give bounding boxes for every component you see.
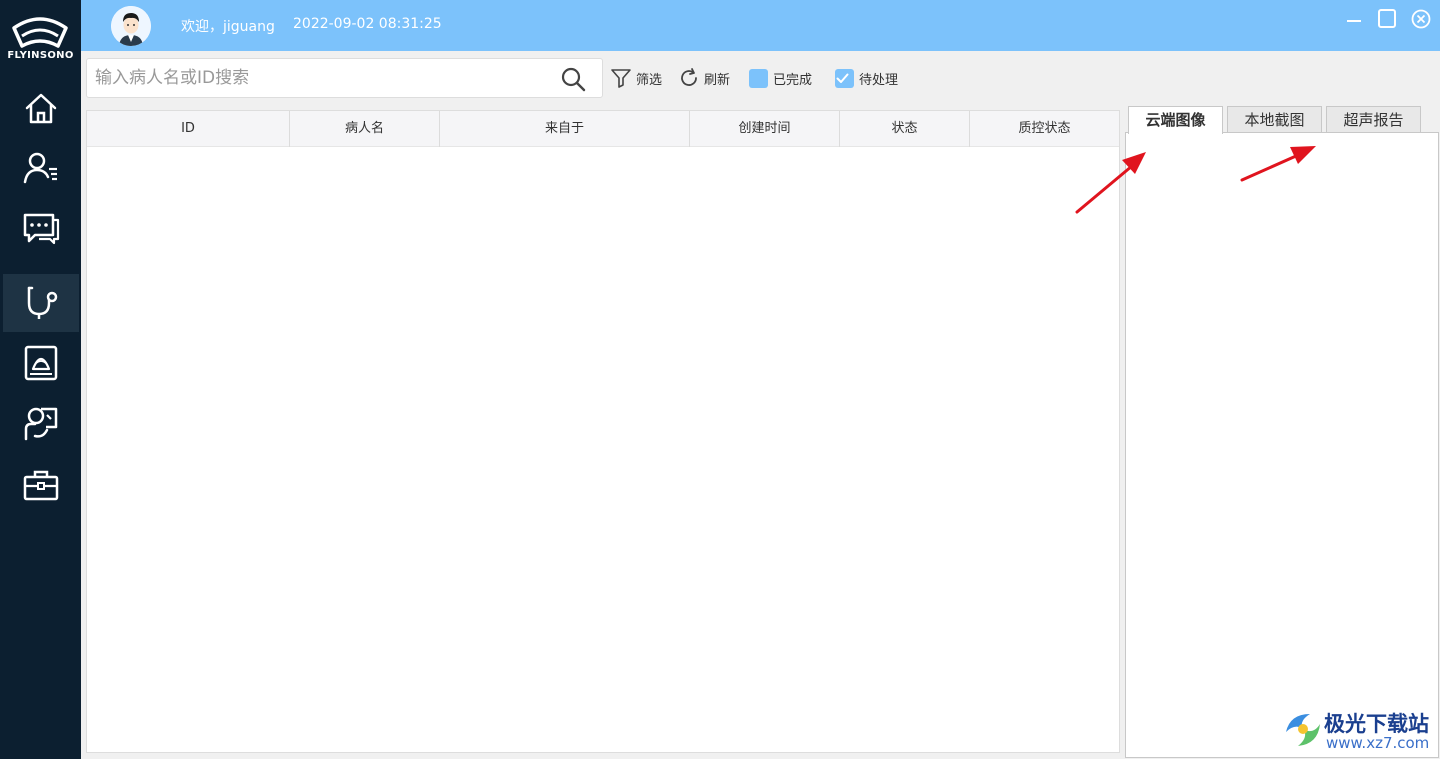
table-header: ID 病人名 来自于 创建时间 状态 质控状态 bbox=[87, 111, 1119, 147]
column-header-created-time[interactable]: 创建时间 bbox=[690, 111, 840, 147]
tab-cloud-images[interactable]: 云端图像 bbox=[1128, 106, 1223, 134]
stethoscope-icon bbox=[27, 286, 58, 319]
avatar[interactable] bbox=[111, 6, 151, 46]
checkmark-icon bbox=[836, 73, 849, 83]
pending-label: 待处理 bbox=[859, 72, 899, 88]
nav-toolbox[interactable] bbox=[3, 456, 79, 514]
column-header-qc-status[interactable]: 质控状态 bbox=[970, 111, 1119, 147]
completed-label: 已完成 bbox=[773, 72, 813, 88]
tab-content-panel bbox=[1125, 132, 1439, 758]
column-header-status[interactable]: 状态 bbox=[840, 111, 970, 147]
filter-icon bbox=[611, 69, 631, 88]
messages-icon bbox=[23, 213, 60, 245]
watermark-logo-icon bbox=[1286, 714, 1320, 746]
toolbox-icon bbox=[23, 470, 59, 501]
completed-checkbox-box[interactable] bbox=[749, 68, 768, 88]
current-datetime: 2022-09-02 08:31:25 bbox=[293, 16, 442, 32]
column-header-source[interactable]: 来自于 bbox=[440, 111, 690, 147]
patient-list-icon bbox=[23, 152, 57, 184]
ultrasound-icon bbox=[24, 345, 58, 381]
nav-messages[interactable] bbox=[3, 198, 79, 256]
search-icon[interactable] bbox=[560, 66, 586, 92]
maximize-icon[interactable] bbox=[1376, 8, 1398, 30]
search-box bbox=[86, 58, 603, 98]
tab-local-screenshots[interactable]: 本地截图 bbox=[1227, 106, 1322, 133]
column-header-id[interactable]: ID bbox=[87, 111, 290, 147]
watermark-url: www.xz7.com bbox=[1326, 734, 1430, 752]
brand-logo-icon bbox=[12, 17, 68, 48]
welcome-text: 欢迎，jiguang bbox=[181, 19, 275, 35]
sidebar: FLYINSONO bbox=[0, 0, 81, 759]
search-input[interactable] bbox=[95, 59, 555, 97]
patient-table: ID 病人名 来自于 创建时间 状态 质控状态 bbox=[86, 110, 1120, 753]
user-avatar-icon bbox=[111, 6, 151, 46]
consult-icon bbox=[24, 407, 58, 441]
completed-checkbox[interactable]: 已完成 bbox=[749, 66, 812, 90]
home-icon bbox=[25, 93, 57, 124]
pending-checkbox[interactable]: 待处理 bbox=[835, 66, 898, 90]
refresh-icon bbox=[681, 68, 697, 86]
tab-ultrasound-report[interactable]: 超声报告 bbox=[1326, 106, 1421, 133]
nav-consult[interactable] bbox=[3, 394, 79, 452]
nav-patients[interactable] bbox=[3, 138, 79, 196]
refresh-button[interactable]: 刷新 bbox=[678, 66, 730, 90]
title-bar: 欢迎，jiguang 2022-09-02 08:31:25 bbox=[81, 0, 1440, 51]
brand-name: FLYINSONO bbox=[7, 50, 74, 61]
pending-checkbox-box[interactable] bbox=[835, 68, 854, 88]
refresh-label: 刷新 bbox=[704, 72, 731, 88]
nav-ultrasound[interactable] bbox=[3, 334, 79, 392]
filter-label: 筛选 bbox=[636, 72, 663, 88]
minimize-icon[interactable] bbox=[1343, 8, 1365, 30]
column-header-patient-name[interactable]: 病人名 bbox=[290, 111, 440, 147]
nav-diagnosis[interactable] bbox=[3, 274, 79, 332]
watermark: 极光下载站 www.xz7.com bbox=[1280, 706, 1438, 756]
filter-button[interactable]: 筛选 bbox=[610, 66, 662, 90]
nav-home[interactable] bbox=[3, 80, 79, 138]
close-icon[interactable] bbox=[1410, 8, 1432, 30]
